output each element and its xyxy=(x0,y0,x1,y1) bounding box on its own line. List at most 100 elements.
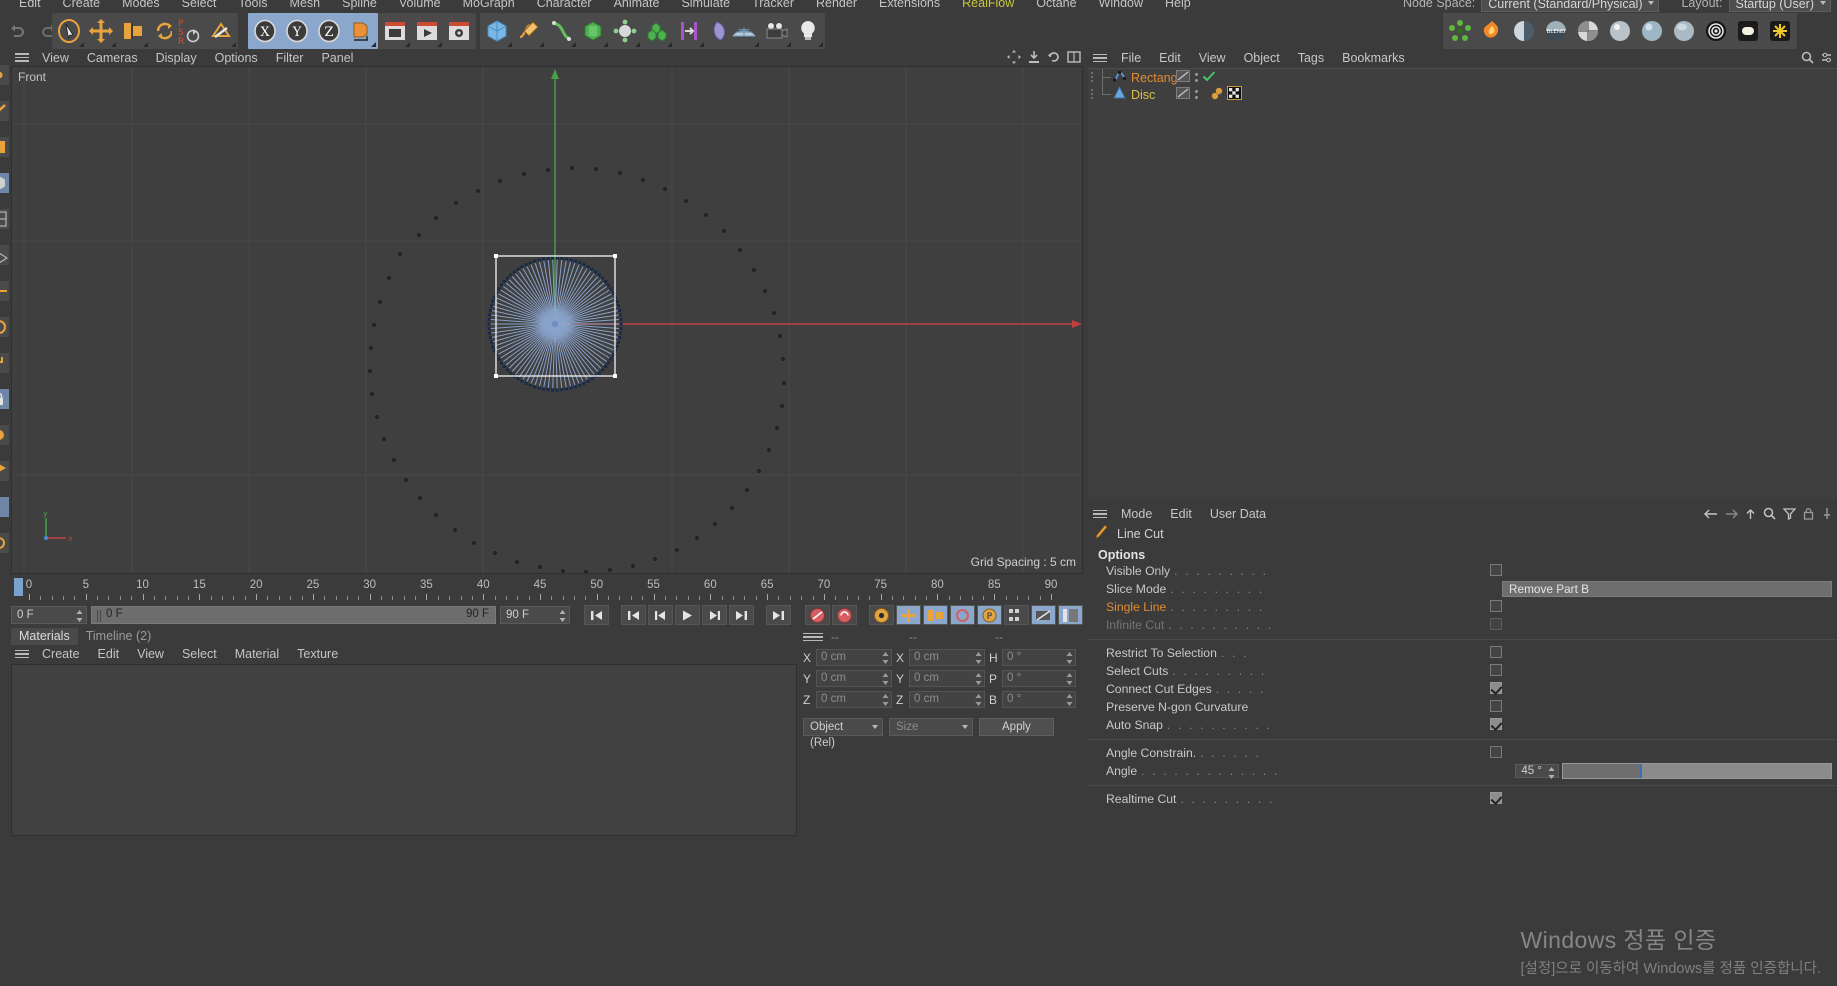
viewport-menu-filter[interactable]: Filter xyxy=(267,51,313,65)
spinner-icon[interactable] xyxy=(559,610,566,622)
lock-y-icon[interactable]: Y xyxy=(281,14,313,48)
viewport-canvas[interactable]: Front Grid Spacing : 5 cm y x xyxy=(11,66,1083,574)
live-selection-icon[interactable] xyxy=(53,14,85,48)
am-menu-mode[interactable]: Mode xyxy=(1112,507,1161,521)
undo-icon[interactable] xyxy=(1,14,33,48)
floor-icon[interactable] xyxy=(728,14,760,48)
checkbox[interactable] xyxy=(1490,699,1502,712)
materials-menu-bar[interactable]: Create Edit View Select Material Texture xyxy=(11,645,797,663)
step-back-icon[interactable] xyxy=(648,605,673,625)
om-menu-edit[interactable]: Edit xyxy=(1150,51,1190,65)
coord-size-y[interactable]: 0 cm xyxy=(909,670,985,687)
main-menu-character[interactable]: Character xyxy=(526,0,603,10)
cube-icon[interactable] xyxy=(481,14,513,48)
layout-select[interactable]: Startup (User) xyxy=(1728,0,1831,12)
position-key-icon[interactable] xyxy=(896,605,921,625)
main-menu-octane[interactable]: Octane xyxy=(1025,0,1087,10)
checker-material-icon[interactable] xyxy=(1572,14,1604,48)
object-row-disc[interactable]: Disc xyxy=(1088,78,1837,103)
checkbox[interactable] xyxy=(1490,791,1502,804)
visibility-dots-icon[interactable] xyxy=(1194,73,1198,82)
current-frame-field[interactable]: 0 F xyxy=(11,606,87,624)
main-menu-mesh[interactable]: Mesh xyxy=(279,0,332,10)
green-check-tag-icon[interactable] xyxy=(1202,70,1216,85)
blend-material-icon[interactable]: BLEND xyxy=(1540,14,1572,48)
go-to-end-icon[interactable] xyxy=(729,605,754,625)
move-icon[interactable] xyxy=(85,14,117,48)
am-menu-edit[interactable]: Edit xyxy=(1161,507,1201,521)
main-menu-volume[interactable]: Volume xyxy=(388,0,452,10)
spinner-icon[interactable] xyxy=(975,694,982,711)
material-tag-icon[interactable] xyxy=(1210,87,1224,103)
viewport-menu-panel[interactable]: Panel xyxy=(312,51,362,65)
range-grip[interactable] xyxy=(97,610,102,622)
option-control[interactable] xyxy=(1490,599,1502,615)
apply-button[interactable]: Apply xyxy=(979,718,1054,736)
timeline-range-bar[interactable]: 0 F 90 F xyxy=(91,606,496,624)
pan-icon[interactable] xyxy=(1007,50,1021,67)
param-key-icon[interactable]: P xyxy=(977,605,1002,625)
checkbox[interactable] xyxy=(1490,563,1502,576)
up-arrow-icon[interactable] xyxy=(1745,508,1756,523)
am-menu-user-data[interactable]: User Data xyxy=(1201,507,1275,521)
coord-rotation-p[interactable]: 0 ° xyxy=(1002,670,1076,687)
main-menu-tracker[interactable]: Tracker xyxy=(741,0,805,10)
target-material-icon[interactable] xyxy=(1700,14,1732,48)
maximize-view-icon[interactable] xyxy=(1067,50,1081,67)
rail-point-mode-icon[interactable] xyxy=(0,64,10,86)
materials-menu-edit[interactable]: Edit xyxy=(89,647,129,661)
coord-position-x[interactable]: 0 cm xyxy=(816,649,892,666)
spinner-icon[interactable] xyxy=(1066,652,1073,669)
om-menu-bookmarks[interactable]: Bookmarks xyxy=(1333,51,1414,65)
display-tag-icon[interactable] xyxy=(1176,70,1190,85)
explosion-material-icon[interactable] xyxy=(1476,14,1508,48)
object-manager-menu-bar[interactable]: File Edit View Object Tags Bookmarks xyxy=(1088,49,1837,67)
spinner-icon[interactable] xyxy=(975,652,982,669)
spline-pen-icon[interactable] xyxy=(513,14,545,48)
mute-key-icon[interactable] xyxy=(1031,605,1056,625)
main-menu-simulate[interactable]: Simulate xyxy=(670,0,741,10)
zoom-icon[interactable] xyxy=(1027,50,1041,67)
rotate-view-icon[interactable] xyxy=(1047,50,1061,67)
slice-mode-select[interactable]: Remove Part B xyxy=(1502,581,1832,597)
step-back-start-icon[interactable] xyxy=(621,605,646,625)
object-tree[interactable]: Rectangle Disc xyxy=(1088,68,1837,499)
spinner-icon[interactable] xyxy=(975,673,982,690)
materials-list[interactable] xyxy=(11,664,797,836)
lock-icon[interactable] xyxy=(1803,507,1814,523)
rail-polygon-mode-icon[interactable] xyxy=(0,136,10,158)
viewport-menu-burger-icon[interactable] xyxy=(11,53,33,62)
rail-extra-icon[interactable] xyxy=(0,496,10,518)
materials-menu-view[interactable]: View xyxy=(128,647,173,661)
rail-workplane-icon[interactable] xyxy=(0,244,10,266)
option-control[interactable]: 45 ° xyxy=(1515,763,1832,780)
option-control[interactable] xyxy=(1490,617,1502,633)
object-manager-burger-icon[interactable] xyxy=(1088,53,1112,63)
go-to-last-frame-icon[interactable] xyxy=(766,605,791,625)
viewport-menu-bar[interactable]: View Cameras Display Options Filter Pane… xyxy=(11,49,1083,66)
mograph-icon[interactable] xyxy=(609,14,641,48)
timeline-ruler[interactable]: 0 5 10 15 20 25 30 35 40 45 50 55 60 65 70 75 80 85 90 xyxy=(11,576,1083,604)
pin-icon[interactable] xyxy=(1821,507,1833,523)
materials-menu-material[interactable]: Material xyxy=(226,647,288,661)
step-forward-icon[interactable] xyxy=(702,605,727,625)
workplane-icon[interactable] xyxy=(205,14,237,48)
rail-viewport-solo-icon[interactable] xyxy=(0,424,10,446)
coord-rotation-h[interactable]: 0 ° xyxy=(1002,649,1076,666)
viewport-menu-options[interactable]: Options xyxy=(206,51,267,65)
viewport-menu-cameras[interactable]: Cameras xyxy=(78,51,147,65)
timeline-toggle-icon[interactable] xyxy=(1058,605,1083,625)
main-menu-select[interactable]: Select xyxy=(171,0,228,10)
materials-tabs[interactable]: Materials Timeline (2) xyxy=(11,628,797,645)
main-menu-create[interactable]: Create xyxy=(52,0,112,10)
coord-rotation-b[interactable]: 0 ° xyxy=(1002,691,1076,708)
option-control[interactable] xyxy=(1490,681,1502,697)
light-icon[interactable] xyxy=(792,14,824,48)
materials-menu-create[interactable]: Create xyxy=(33,647,89,661)
world-coordinate-icon[interactable] xyxy=(345,14,377,48)
shiny-material-icon[interactable] xyxy=(1508,14,1540,48)
checkbox[interactable] xyxy=(1490,617,1502,630)
om-menu-view[interactable]: View xyxy=(1190,51,1235,65)
checker-texture-tag-icon[interactable] xyxy=(1227,86,1242,103)
viewport-menu-display[interactable]: Display xyxy=(147,51,206,65)
